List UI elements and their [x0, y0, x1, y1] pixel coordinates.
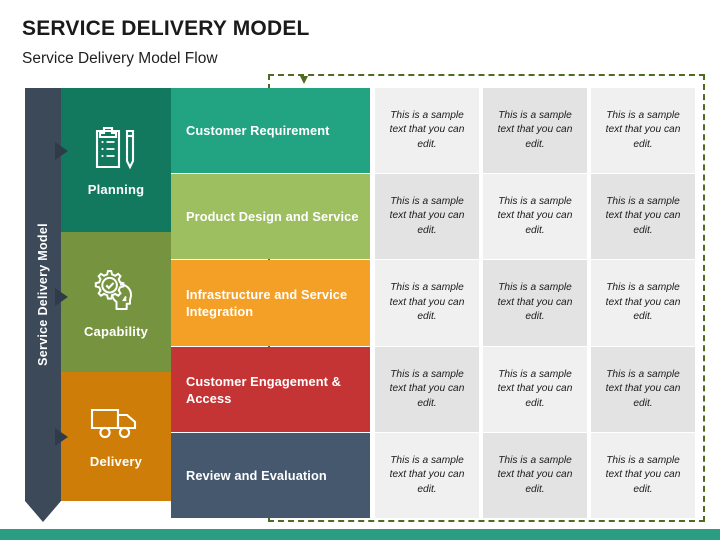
- grid-cell[interactable]: This is a sample text that you can edit.: [375, 88, 479, 173]
- grid-cell-text: This is a sample text that you can edit.: [389, 454, 465, 495]
- slide-canvas: SERVICE DELIVERY MODEL Service Delivery …: [0, 0, 720, 540]
- grid-cell-text: This is a sample text that you can edit.: [497, 282, 573, 323]
- grid-cell[interactable]: This is a sample text that you can edit.: [375, 174, 479, 259]
- row-label-customer-requirement[interactable]: Customer Requirement: [171, 88, 370, 173]
- category-label: Delivery: [89, 454, 143, 469]
- delivery-truck-icon: [88, 404, 144, 444]
- grid-cell[interactable]: This is a sample text that you can edit.: [591, 347, 695, 432]
- grid-cell[interactable]: This is a sample text that you can edit.: [591, 433, 695, 518]
- category-delivery[interactable]: Delivery: [61, 372, 171, 501]
- connector-arrow-delivery-icon: [55, 428, 68, 446]
- grid-cell-text: This is a sample text that you can edit.: [389, 368, 465, 409]
- page-title: SERVICE DELIVERY MODEL: [22, 17, 310, 40]
- category-planning[interactable]: Planning: [61, 88, 171, 232]
- grid-cell-text: This is a sample text that you can edit.: [389, 282, 465, 323]
- grid-cell-text: This is a sample text that you can edit.: [389, 195, 465, 236]
- grid-cell[interactable]: This is a sample text that you can edit.: [375, 260, 479, 346]
- grid-cell-text: This is a sample text that you can edit.: [497, 109, 573, 150]
- row-label-text: Customer Engagement & Access: [186, 373, 341, 406]
- row-label-text: Customer Requirement: [186, 123, 330, 138]
- row-label-text: Infrastructure and Service Integration: [186, 287, 348, 319]
- grid-cell-text: This is a sample text that you can edit.: [497, 368, 573, 409]
- connector-arrow-capability-icon: [55, 288, 68, 306]
- category-label: Planning: [87, 181, 145, 197]
- category-label: Capability: [83, 323, 149, 339]
- grid-cell[interactable]: This is a sample text that you can edit.: [483, 260, 587, 346]
- callout-arrow-icon: [300, 76, 308, 84]
- row-label-text: Review and Evaluation: [186, 468, 327, 483]
- grid-cell[interactable]: This is a sample text that you can edit.: [483, 174, 587, 259]
- grid-cell-text: This is a sample text that you can edit.: [605, 109, 681, 150]
- grid-cell[interactable]: This is a sample text that you can edit.: [483, 433, 587, 518]
- row-label-customer-engagement[interactable]: Customer Engagement & Access: [171, 347, 370, 432]
- grid-cell-text: This is a sample text that you can edit.: [605, 282, 681, 323]
- grid-cell[interactable]: This is a sample text that you can edit.: [483, 88, 587, 173]
- category-capability[interactable]: Capability: [61, 232, 171, 372]
- grid-cell-text: This is a sample text that you can edit.: [605, 454, 681, 495]
- grid-cell[interactable]: This is a sample text that you can edit.: [375, 433, 479, 518]
- grid-cell-text: This is a sample text that you can edit.: [389, 109, 465, 150]
- row-label-review-evaluation[interactable]: Review and Evaluation: [171, 433, 370, 518]
- row-label-text: Product Design and Service: [186, 209, 359, 224]
- row-label-product-design[interactable]: Product Design and Service: [171, 174, 370, 259]
- header: SERVICE DELIVERY MODEL Service Delivery …: [22, 16, 310, 69]
- gear-head-icon: [90, 266, 142, 314]
- grid-cell[interactable]: This is a sample text that you can edit.: [591, 260, 695, 346]
- grid-cell-text: This is a sample text that you can edit.: [605, 195, 681, 236]
- bottom-accent-bar: [0, 529, 720, 540]
- clipboard-pen-icon: [91, 124, 141, 172]
- grid-cell-text: This is a sample text that you can edit.: [605, 368, 681, 409]
- grid-cell-text: This is a sample text that you can edit.: [497, 195, 573, 236]
- grid-cell[interactable]: This is a sample text that you can edit.: [591, 88, 695, 173]
- row-label-infrastructure[interactable]: Infrastructure and Service Integration: [171, 260, 370, 346]
- grid-cell[interactable]: This is a sample text that you can edit.: [591, 174, 695, 259]
- grid-cell[interactable]: This is a sample text that you can edit.: [483, 347, 587, 432]
- grid-cell[interactable]: This is a sample text that you can edit.: [375, 347, 479, 432]
- page-subtitle: Service Delivery Model Flow: [22, 50, 218, 67]
- connector-arrow-planning-icon: [55, 142, 68, 160]
- spine-arrow-icon: [25, 501, 61, 522]
- grid-cell-text: This is a sample text that you can edit.: [497, 454, 573, 495]
